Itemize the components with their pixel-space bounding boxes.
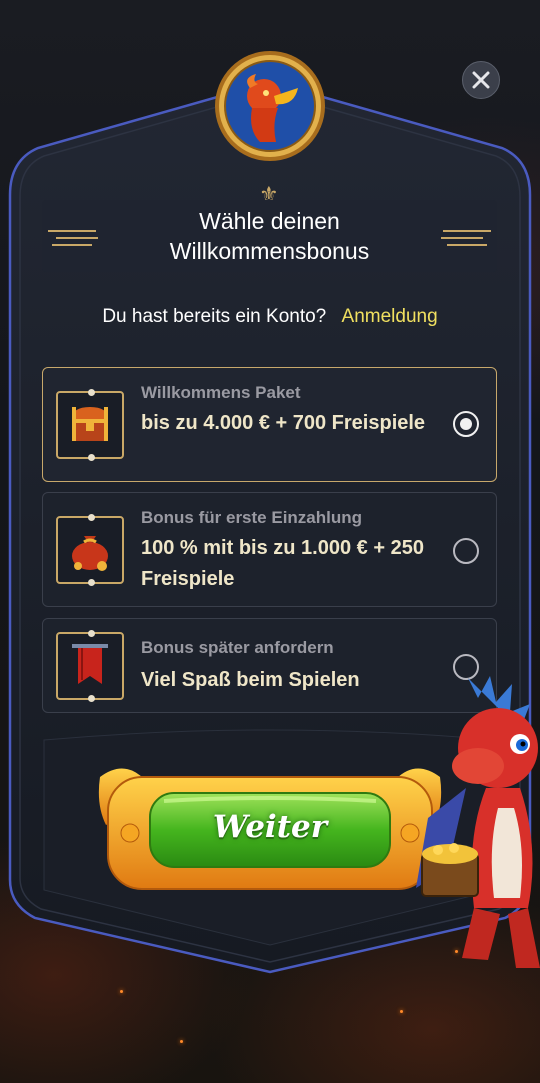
continue-button[interactable]: Weiter bbox=[94, 755, 446, 895]
decorative-lines-right bbox=[441, 230, 491, 246]
radio-selected[interactable] bbox=[453, 411, 479, 437]
banner-flag-icon bbox=[56, 630, 124, 702]
dragon-medallion-logo bbox=[215, 51, 325, 161]
close-icon bbox=[472, 71, 490, 89]
bonus-description: 100 % mit bis zu 1.000 € + 250 Freispiel… bbox=[141, 537, 424, 590]
bonus-option-first-deposit[interactable]: Bonus für erste Einzahlung 100 % mit bis… bbox=[42, 492, 497, 607]
bonus-description: bis zu 4.000 € + 700 Freispiele bbox=[141, 412, 426, 434]
bonus-title: Bonus später anfordern bbox=[141, 638, 334, 657]
radio-unselected[interactable] bbox=[453, 538, 479, 564]
bonus-title: Willkommens Paket bbox=[141, 383, 301, 402]
decorative-lines-left bbox=[48, 230, 98, 246]
treasure-chest-icon bbox=[56, 389, 124, 461]
login-link[interactable]: Anmeldung bbox=[342, 306, 438, 327]
bonus-option-welcome-package[interactable]: Willkommens Paket bis zu 4.000 € + 700 F… bbox=[42, 367, 497, 482]
close-button[interactable] bbox=[462, 61, 500, 99]
money-bag-icon bbox=[56, 514, 124, 586]
dragon-mascot-illustration bbox=[416, 676, 540, 968]
page-title: Wähle deinen Willkommensbonus bbox=[169, 208, 370, 264]
account-prompt: Du hast bereits ein Konto? Anmeldung bbox=[0, 306, 540, 328]
bonus-title: Bonus für erste Einzahlung bbox=[141, 508, 363, 527]
account-question: Du hast bereits ein Konto? bbox=[102, 306, 327, 327]
title-header: Wähle deinen Willkommensbonus bbox=[42, 200, 497, 272]
continue-button-label: Weiter bbox=[212, 809, 328, 845]
